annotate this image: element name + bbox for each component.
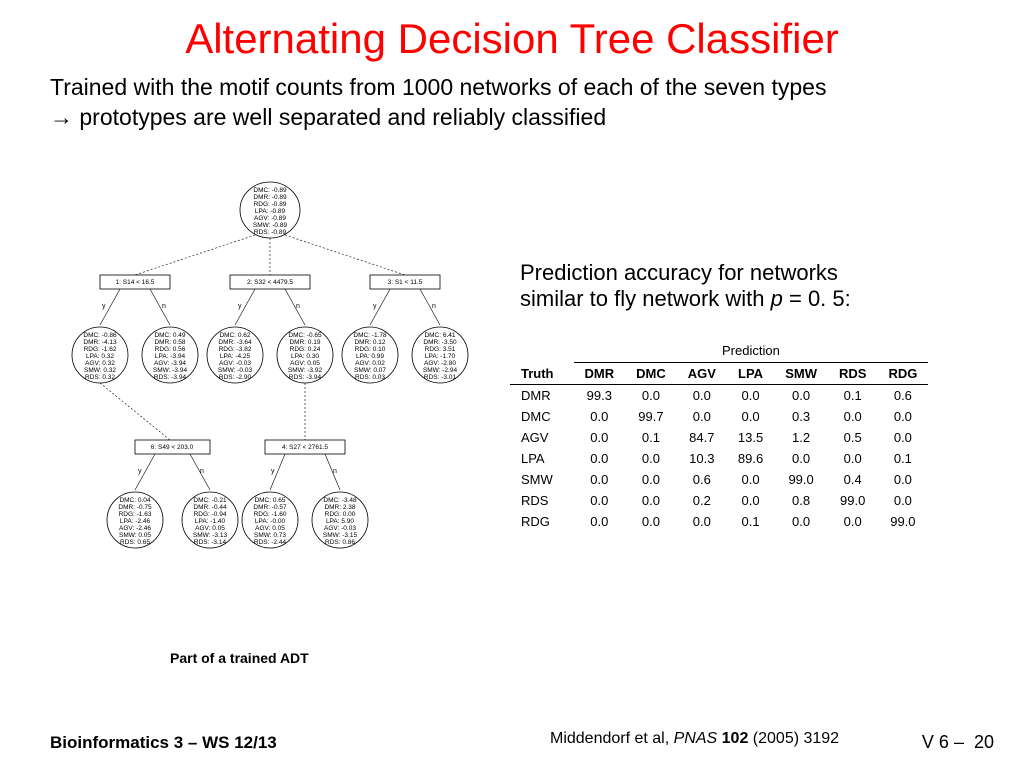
footer-citation: Middendorf et al, PNAS 102 (2005) 3192: [550, 730, 839, 748]
svg-text:n: n: [333, 468, 337, 475]
footer-left: Bioinformatics 3 – WS 12/13: [50, 733, 277, 753]
svg-text:4: S27 < 2761.5: 4: S27 < 2761.5: [282, 444, 328, 451]
cite-author: Middendorf et al,: [550, 730, 674, 747]
svg-text:n: n: [200, 468, 204, 475]
cite-journal: PNAS: [674, 730, 718, 747]
confusion-table: PredictionTruthDMRDMCAGVLPASMWRDSRDGDMR9…: [510, 340, 928, 532]
tree-caption: Part of a trained ADT: [170, 650, 309, 666]
svg-text:6: S49 < 203.0: 6: S49 < 203.0: [151, 444, 194, 451]
cite-rest: (2005) 3192: [748, 730, 839, 747]
pred-line1: Prediction accuracy for networks: [520, 260, 838, 285]
svg-text:DMC: 0.62DMR: -3.64RDG: -3.82L: DMC: 0.62DMR: -3.64RDG: -3.82LPA: -4.25A…: [218, 332, 253, 381]
svg-text:DMC: -0.86DMR: -4.13RDG: -1.62: DMC: -0.86DMR: -4.13RDG: -1.62LPA: 0.32A…: [83, 332, 117, 381]
svg-text:DMC: 0.49DMR: 0.58RDG: 0.56LPA: DMC: 0.49DMR: 0.58RDG: 0.56LPA: -3.94AGV…: [153, 332, 188, 381]
slide-title: Alternating Decision Tree Classifier: [0, 0, 1024, 63]
pred-line2: similar to fly network with: [520, 286, 771, 311]
p-var: p: [771, 286, 783, 311]
pred-eq: = 0. 5:: [783, 286, 851, 311]
svg-text:DMC: -3.48DMR: 2.38RDG: 0.00LP: DMC: -3.48DMR: 2.38RDG: 0.00LPA: 5.90AGV…: [323, 497, 358, 546]
svg-text:3: S1 < 11.5: 3: S1 < 11.5: [388, 279, 423, 286]
svg-text:DMC: -0.65DMR: 0.19RDG: 0.24LP: DMC: -0.65DMR: 0.19RDG: 0.24LPA: 0.30AGV…: [288, 332, 323, 381]
svg-text:n: n: [432, 303, 436, 310]
svg-text:DMC: 0.04DMR: -0.75RDG: -1.63L: DMC: 0.04DMR: -0.75RDG: -1.63LPA: -2.46A…: [118, 497, 152, 546]
svg-text:y: y: [373, 303, 377, 310]
svg-text:n: n: [296, 303, 300, 310]
svg-text:DMC: -0.21DMR: -0.44RDG: -0.94: DMC: -0.21DMR: -0.44RDG: -0.94LPA: -1.40…: [193, 497, 228, 546]
svg-text:DMC: 6.41DMR: -3.50RDG: 3.51LP: DMC: 6.41DMR: -3.50RDG: 3.51LPA: -1.70AG…: [423, 332, 458, 381]
svg-text:n: n: [162, 303, 166, 310]
footer-right: V 6 – 20: [922, 732, 994, 753]
svg-text:1: S14 < 16.5: 1: S14 < 16.5: [116, 279, 155, 286]
svg-text:y: y: [238, 303, 242, 310]
tree-diagram: DMC: -0.89DMR: -0.89RDG: -0.89LPA: -0.89…: [60, 180, 480, 625]
svg-text:DMC: -1.78DMR: 0.12RDG: 0.10LP: DMC: -1.78DMR: 0.12RDG: 0.10LPA: 0.99AGV…: [353, 332, 387, 381]
prediction-text: Prediction accuracy for networks similar…: [520, 260, 990, 312]
subtitle-line1: Trained with the motif counts from 1000 …: [50, 74, 826, 100]
cite-vol: 102: [717, 730, 748, 747]
svg-text:2: S32 < 4479.5: 2: S32 < 4479.5: [247, 279, 293, 286]
slide-page: 20: [974, 732, 994, 752]
svg-text:DMC: -0.89DMR: -0.89RDG: -0.89: DMC: -0.89DMR: -0.89RDG: -0.89LPA: -0.89…: [253, 187, 288, 236]
slide-version: V 6 –: [922, 732, 964, 752]
svg-text:y: y: [271, 468, 275, 475]
svg-text:y: y: [138, 468, 142, 475]
svg-text:DMC: 0.65DMR: -0.57RDG: -1.60L: DMC: 0.65DMR: -0.57RDG: -1.60LPA: -0.00A…: [253, 497, 287, 546]
subtitle-line2: → prototypes are well separated and reli…: [50, 104, 606, 130]
slide-subtitle: Trained with the motif counts from 1000 …: [0, 63, 1024, 133]
svg-text:y: y: [102, 303, 106, 310]
